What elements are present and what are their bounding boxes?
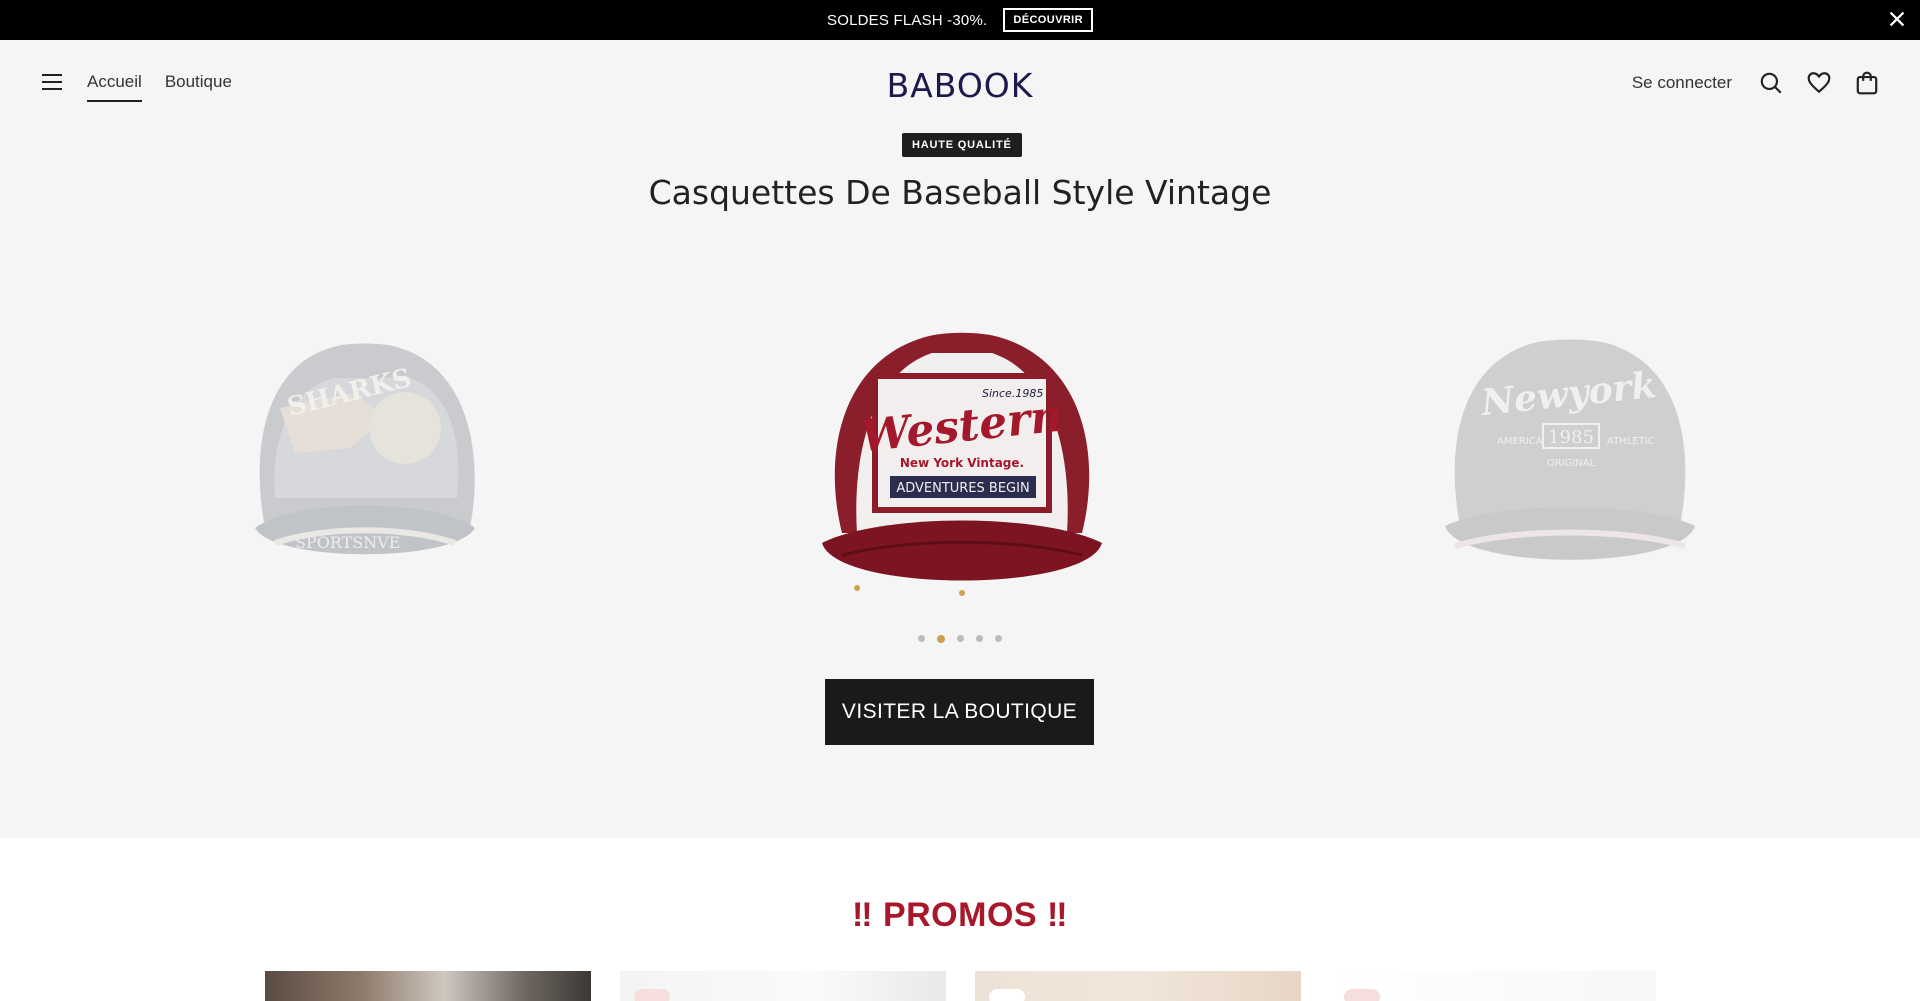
announcement-bar: SOLDES FLASH -30%. DÉCOUVRIR [0, 0, 1920, 40]
slide-cap-sharks-bill-text: SPORTSNVE [295, 533, 400, 552]
slide-cap-western-tag: ADVENTURES BEGIN [896, 481, 1029, 496]
hero-section: HAUTE QUALITÉ Casquettes De Baseball Sty… [0, 128, 1920, 838]
promos-section: ‼ PROMOS ‼ [0, 838, 1920, 1001]
promo-card[interactable] [265, 971, 591, 1001]
slide-cap-newyork-bottom: ORIGINAL [1547, 458, 1596, 469]
slide-cap-newyork-year: 1985 [1548, 427, 1594, 448]
announcement-text: SOLDES FLASH -30%. [827, 11, 988, 29]
carousel-dot[interactable] [957, 635, 964, 642]
promo-card[interactable] [620, 971, 946, 1001]
promos-heading: ‼ PROMOS ‼ [0, 896, 1920, 935]
promos-mark-left: ‼ [851, 896, 873, 934]
carousel-dots [0, 635, 1920, 643]
search-icon[interactable] [1758, 70, 1784, 96]
carousel-dot-active[interactable] [937, 635, 945, 643]
visit-shop-button[interactable]: VISITER LA BOUTIQUE [825, 679, 1094, 745]
slide-cap-western[interactable]: Since.1985 Western New York Vintage. ADV… [812, 293, 1112, 613]
promos-title: PROMOS [882, 896, 1038, 934]
carousel-dot[interactable] [995, 635, 1002, 642]
promo-card[interactable] [975, 971, 1301, 1001]
discount-badge [989, 989, 1025, 1001]
slide-cap-sharks[interactable]: SHARKS SPORTSNVE [235, 298, 495, 598]
quality-badge: HAUTE QUALITÉ [902, 133, 1022, 157]
hero-title: Casquettes De Baseball Style Vintage [648, 173, 1272, 212]
promos-mark-right: ‼ [1047, 896, 1069, 934]
discover-button[interactable]: DÉCOUVRIR [1003, 8, 1093, 32]
carousel-dot[interactable] [976, 635, 983, 642]
close-icon[interactable] [1886, 8, 1908, 30]
site-header: Accueil Boutique BABOOK Se connecter [0, 40, 1920, 128]
discount-badge [634, 989, 670, 1001]
login-link[interactable]: Se connecter [1632, 73, 1732, 93]
heart-icon[interactable] [1806, 70, 1832, 96]
discount-badge [1344, 989, 1380, 1001]
header-actions: Se connecter [1632, 70, 1880, 96]
promo-card[interactable] [1330, 971, 1656, 1001]
slide-cap-newyork[interactable]: Newyork 1985 AMERICA ATHLETIC ORIGINAL [1435, 296, 1705, 596]
carousel-dot[interactable] [918, 635, 925, 642]
slide-cap-newyork-right: ATHLETIC [1607, 436, 1655, 447]
slide-cap-western-sub: New York Vintage. [900, 456, 1024, 470]
cart-icon[interactable] [1854, 70, 1880, 96]
slide-cap-newyork-left: AMERICA [1497, 436, 1543, 447]
